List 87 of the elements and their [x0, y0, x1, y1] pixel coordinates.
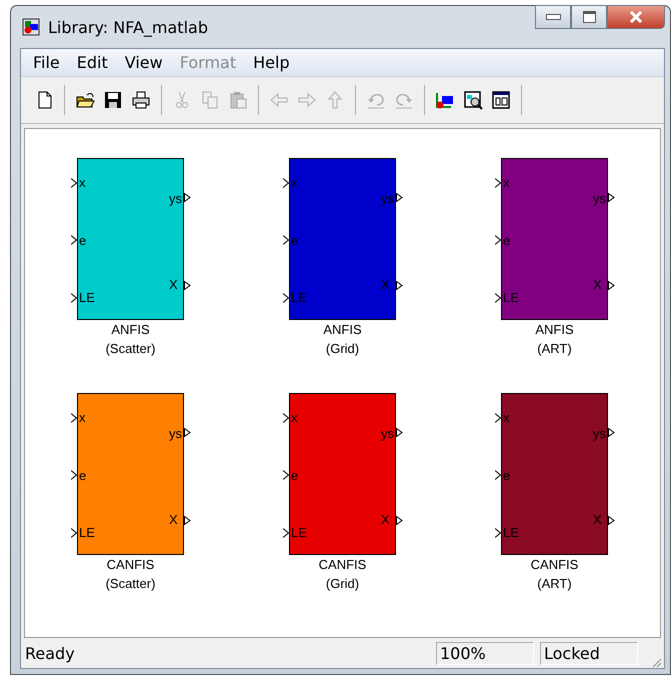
- menu-item[interactable]: File: [25, 51, 69, 74]
- port-label: LE: [290, 290, 308, 305]
- port-label: x: [502, 175, 510, 190]
- input-port-icon: [495, 412, 501, 422]
- library-block[interactable]: x e LE ys X: [77, 393, 184, 555]
- minimize-button[interactable]: [535, 5, 571, 29]
- close-icon: [629, 11, 643, 23]
- port-label: e: [290, 468, 300, 482]
- port-label: LE: [78, 290, 96, 305]
- maximize-button[interactable]: [571, 5, 607, 29]
- zoom-level: 100%: [436, 642, 534, 664]
- menu-item[interactable]: View: [116, 51, 172, 74]
- port-label: e: [78, 232, 88, 248]
- port-label: ys: [168, 426, 183, 441]
- block-subtitle: (Grid): [324, 340, 360, 358]
- block-name: ANFIS: [110, 321, 151, 339]
- block-name: ANFIS: [534, 321, 575, 339]
- input-port-icon: [495, 528, 501, 538]
- library-block[interactable]: x e LE ys X: [77, 158, 184, 320]
- port-label: LE: [78, 525, 96, 540]
- block-subtitle: (Grid): [324, 575, 360, 593]
- port-label: X: [380, 277, 391, 292]
- printer-icon: [131, 90, 151, 110]
- port-label: ys: [380, 426, 395, 441]
- input-port-icon: [71, 292, 77, 302]
- block-subtitle: (ART): [536, 340, 573, 358]
- port-label: X: [168, 512, 179, 527]
- port-label: x: [290, 175, 298, 190]
- port-label: X: [592, 277, 603, 292]
- input-port-icon: [495, 235, 501, 245]
- mode-indicator: Locked: [540, 642, 638, 664]
- input-port-icon: [71, 470, 77, 480]
- resize-grip-icon[interactable]: [650, 656, 662, 668]
- input-port-icon: [283, 235, 289, 245]
- input-port-icon: [71, 178, 77, 188]
- port-label: x: [290, 410, 298, 425]
- block-name: CANFIS: [106, 556, 156, 574]
- block-subtitle: (ART): [536, 575, 573, 593]
- block-subtitle: (Scatter): [104, 575, 156, 593]
- port-label: ys: [592, 426, 607, 441]
- port-label: e: [290, 232, 300, 248]
- port-label: X: [168, 277, 179, 292]
- input-port-icon: [71, 235, 77, 245]
- input-port-icon: [283, 412, 289, 422]
- library-browser-icon: [435, 90, 455, 110]
- close-button[interactable]: [607, 5, 665, 29]
- up-arrow-icon: [325, 90, 345, 110]
- right-arrow-icon: [297, 90, 317, 110]
- status-message: Ready: [25, 644, 76, 662]
- port-label: e: [502, 468, 512, 482]
- input-port-icon: [71, 528, 77, 538]
- input-port-icon: [283, 292, 289, 302]
- port-label: LE: [502, 525, 520, 540]
- menu-item[interactable]: Edit: [68, 51, 117, 74]
- app-icon: [22, 18, 40, 36]
- menu-item[interactable]: Help: [245, 51, 299, 74]
- library-block[interactable]: x e LE ys X: [289, 393, 396, 555]
- magnifier-window-icon: [463, 90, 483, 110]
- clipboard-icon: [228, 90, 248, 110]
- block-name: ANFIS: [322, 321, 363, 339]
- left-arrow-icon: [269, 90, 289, 110]
- input-port-icon: [283, 470, 289, 480]
- port-label: x: [502, 410, 510, 425]
- block-subtitle: (Scatter): [104, 340, 156, 358]
- port-label: x: [78, 410, 86, 425]
- port-label: x: [78, 175, 86, 190]
- input-port-icon: [283, 178, 289, 188]
- window-panel-icon: [491, 90, 511, 110]
- port-label: X: [380, 512, 391, 527]
- port-label: LE: [502, 290, 520, 305]
- window-title: Library: NFA_matlab: [48, 18, 208, 36]
- port-label: ys: [592, 191, 607, 206]
- open-folder-icon: [75, 90, 95, 110]
- block-name: CANFIS: [318, 556, 368, 574]
- copy-icon: [200, 90, 220, 110]
- port-label: X: [592, 512, 603, 527]
- port-label: e: [78, 468, 88, 482]
- port-label: ys: [380, 191, 395, 206]
- block-name: CANFIS: [530, 556, 580, 574]
- input-port-icon: [495, 470, 501, 480]
- port-label: LE: [290, 525, 308, 540]
- input-port-icon: [495, 178, 501, 188]
- port-label: e: [502, 232, 512, 248]
- input-port-icon: [283, 528, 289, 538]
- port-label: ys: [168, 191, 183, 206]
- input-port-icon: [71, 412, 77, 422]
- input-port-icon: [495, 292, 501, 302]
